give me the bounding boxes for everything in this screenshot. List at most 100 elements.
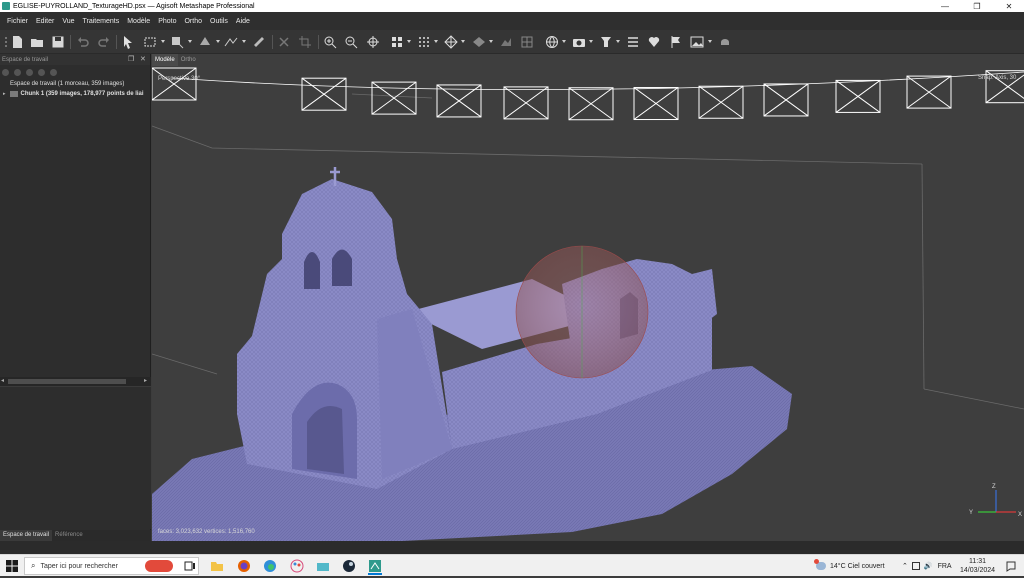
tiled-model-icon[interactable] xyxy=(472,35,486,49)
point-cloud-icon[interactable] xyxy=(417,35,431,49)
menu-vue[interactable]: Vue xyxy=(62,18,74,25)
volume-icon[interactable]: 🔊 xyxy=(924,562,933,570)
add-photos-icon[interactable] xyxy=(14,68,21,76)
camera-frames[interactable] xyxy=(152,67,1024,121)
tab-ortho[interactable]: Ortho xyxy=(178,54,199,66)
remove-item-icon[interactable] xyxy=(38,68,45,76)
undock-icon[interactable]: ❐ xyxy=(128,55,134,63)
camera-frame[interactable] xyxy=(698,85,744,119)
reset-view-icon[interactable] xyxy=(366,35,380,49)
chevron-down-icon[interactable] xyxy=(161,40,165,43)
hat-icon[interactable] xyxy=(718,35,732,49)
metashape-taskbar-icon[interactable] xyxy=(368,559,382,575)
show-cameras-icon[interactable] xyxy=(390,35,404,49)
edge-icon[interactable] xyxy=(263,559,277,573)
resize-region-icon[interactable] xyxy=(170,35,184,49)
windows-start-icon[interactable] xyxy=(5,559,19,573)
weather-widget[interactable]: 14°C Ciel couvert xyxy=(814,555,885,577)
redo-icon[interactable] xyxy=(97,35,111,49)
flag-icon[interactable] xyxy=(669,35,683,49)
chevron-down-icon[interactable] xyxy=(489,40,493,43)
chevron-down-icon[interactable] xyxy=(461,40,465,43)
dem-icon[interactable] xyxy=(499,35,513,49)
taskbar-clock[interactable]: 11:31 14/03/2024 xyxy=(960,555,995,577)
menu-editer[interactable]: Editer xyxy=(36,18,54,25)
menu-modele[interactable]: Modèle xyxy=(127,18,150,25)
chevron-down-icon[interactable] xyxy=(242,40,246,43)
camera-frame[interactable] xyxy=(436,84,482,118)
firefox-icon[interactable] xyxy=(237,559,251,573)
camera-frame[interactable] xyxy=(568,87,614,121)
chunk-item[interactable]: ▸ Chunk 1 (359 images, 178,977 points de… xyxy=(0,89,150,99)
language-indicator[interactable]: FRA xyxy=(938,563,952,570)
globe-icon[interactable] xyxy=(545,35,559,49)
close-button[interactable]: ✕ xyxy=(994,0,1024,12)
folder-app-icon[interactable] xyxy=(316,559,330,573)
chevron-down-icon[interactable] xyxy=(708,40,712,43)
image-view-icon[interactable] xyxy=(690,35,704,49)
rectangle-selection-icon[interactable] xyxy=(143,35,157,49)
camera-frame[interactable] xyxy=(301,77,347,111)
camera-frame[interactable] xyxy=(633,87,679,121)
tab-workspace[interactable]: Espace de travail xyxy=(0,530,53,541)
task-view-icon[interactable] xyxy=(183,559,197,573)
model-viewport[interactable]: Z Y X Modèle Ortho Perspective 30° Snap:… xyxy=(152,54,1024,541)
model-wireframe-icon[interactable] xyxy=(444,35,458,49)
list-view-icon[interactable] xyxy=(626,35,640,49)
save-icon[interactable] xyxy=(51,35,65,49)
steam-icon[interactable] xyxy=(342,559,356,573)
taskbar-search-box[interactable]: ⌕ Taper ici pour rechercher xyxy=(24,557,199,575)
camera-frame[interactable] xyxy=(371,81,417,115)
chevron-down-icon[interactable] xyxy=(188,40,192,43)
camera-frame[interactable] xyxy=(503,86,549,120)
chevron-down-icon[interactable] xyxy=(407,40,411,43)
scroll-right-icon[interactable]: ▸ xyxy=(144,377,147,384)
delete-selection-icon[interactable] xyxy=(277,35,291,49)
draw-polyline-icon[interactable] xyxy=(224,35,238,49)
maximize-button[interactable]: ❐ xyxy=(962,0,992,12)
menu-fichier[interactable]: Fichier xyxy=(7,18,28,25)
menu-traitements[interactable]: Traitements xyxy=(83,18,120,25)
close-panel-icon[interactable]: ✕ xyxy=(140,55,146,63)
chevron-down-icon[interactable] xyxy=(562,40,566,43)
chevron-down-icon[interactable] xyxy=(589,40,593,43)
open-folder-icon[interactable] xyxy=(30,35,44,49)
zoom-out-icon[interactable] xyxy=(344,35,358,49)
menu-photo[interactable]: Photo xyxy=(158,18,176,25)
network-icon[interactable] xyxy=(911,562,920,570)
expand-arrow-icon[interactable]: ▸ xyxy=(3,91,6,97)
chevron-down-icon[interactable] xyxy=(216,40,220,43)
marker-icon[interactable] xyxy=(599,35,613,49)
menu-aide[interactable]: Aide xyxy=(236,18,250,25)
show-hidden-icons-chevron[interactable]: ⌃ xyxy=(902,562,908,570)
camera-frame[interactable] xyxy=(763,83,809,117)
menu-ortho[interactable]: Ortho xyxy=(184,18,202,25)
chevron-down-icon[interactable] xyxy=(616,40,620,43)
rotate-object-icon[interactable] xyxy=(198,35,212,49)
new-document-icon[interactable] xyxy=(10,35,24,49)
chevron-down-icon[interactable] xyxy=(434,40,438,43)
workspace-horizontal-scrollbar[interactable]: ◂ ▸ xyxy=(0,377,151,386)
camera-frame[interactable] xyxy=(152,67,197,101)
navigation-cursor-icon[interactable] xyxy=(121,35,135,49)
workspace-root-item[interactable]: Espace de travail (1 morceau, 359 images… xyxy=(0,79,150,89)
undo-icon[interactable] xyxy=(76,35,90,49)
camera-icon[interactable] xyxy=(572,35,586,49)
camera-frame[interactable] xyxy=(906,75,952,109)
crop-selection-icon[interactable] xyxy=(298,35,312,49)
model-scene[interactable]: Z Y X xyxy=(152,54,1024,541)
camera-frame[interactable] xyxy=(835,79,881,113)
scroll-left-icon[interactable]: ◂ xyxy=(1,377,4,384)
minimize-button[interactable]: — xyxy=(930,0,960,12)
scrollbar-thumb[interactable] xyxy=(8,379,126,384)
file-explorer-icon[interactable] xyxy=(210,559,224,573)
paint-app-icon[interactable] xyxy=(290,559,304,573)
add-folder-icon[interactable] xyxy=(26,68,33,76)
workspace-options-icon[interactable] xyxy=(50,68,57,76)
zoom-in-icon[interactable] xyxy=(323,35,337,49)
shapes-icon[interactable] xyxy=(647,35,661,49)
tab-reference[interactable]: Référence xyxy=(52,530,86,541)
menu-outils[interactable]: Outils xyxy=(210,18,228,25)
ruler-icon[interactable] xyxy=(252,35,266,49)
tab-model[interactable]: Modèle xyxy=(152,54,178,66)
